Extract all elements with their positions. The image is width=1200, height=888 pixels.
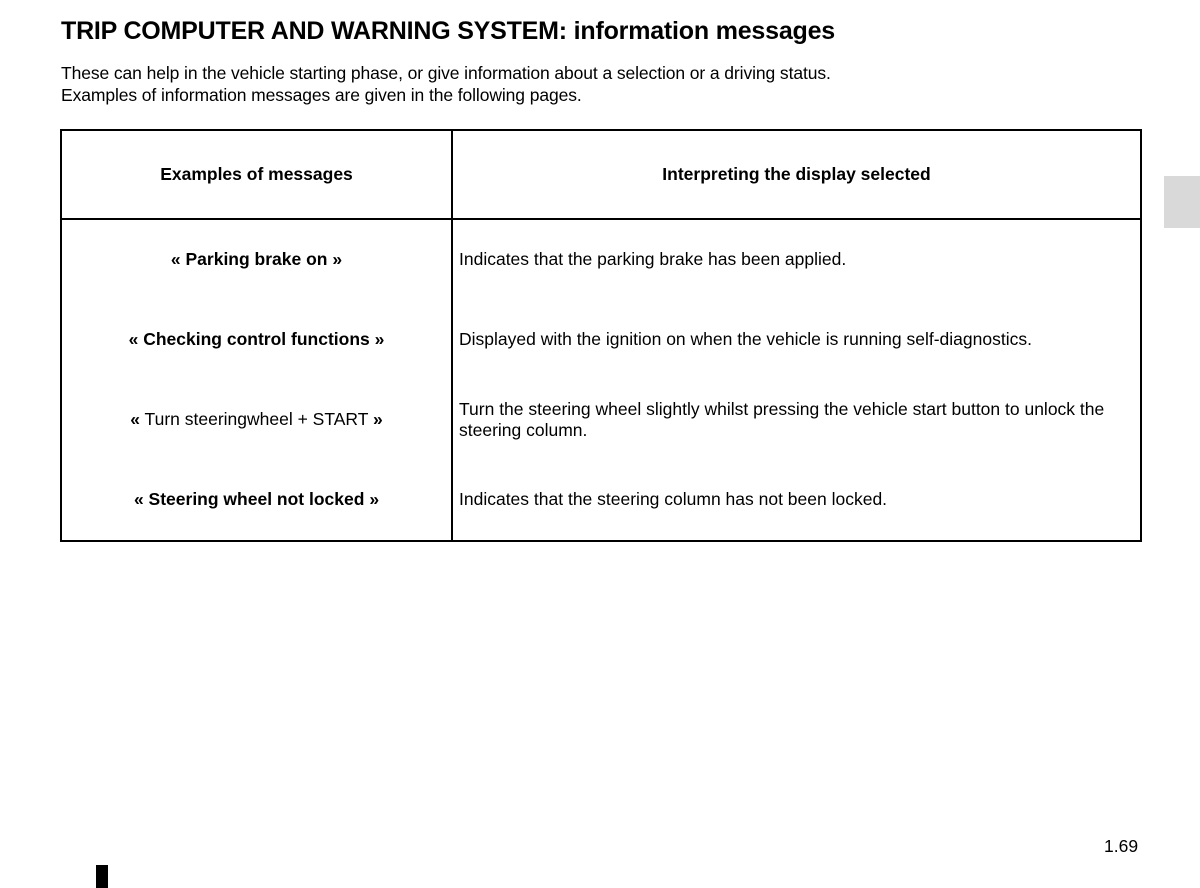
intro-line: Examples of information messages are giv… bbox=[61, 84, 582, 105]
message-cell: « Steering wheel not locked » bbox=[61, 460, 453, 541]
close-quote: » bbox=[372, 409, 383, 430]
close-quote: » bbox=[332, 249, 343, 270]
interpretation-cell: Turn the steering wheel slightly whilst … bbox=[459, 398, 1105, 441]
chapter-side-tab bbox=[1164, 176, 1200, 228]
intro-text: These can help in the vehicle starting p… bbox=[61, 63, 831, 106]
open-quote: « bbox=[133, 489, 144, 510]
message-text: Turn steeringwheel + START bbox=[144, 409, 369, 430]
close-quote: » bbox=[369, 489, 380, 510]
message-text: Parking brake on bbox=[185, 249, 328, 270]
table-row: « Checking control functions » Displayed… bbox=[61, 300, 1141, 380]
open-quote: « bbox=[170, 249, 181, 270]
table-header-row: Examples of messages Interpreting the di… bbox=[61, 130, 1141, 220]
open-quote: « bbox=[130, 409, 140, 430]
interpretation-cell: Indicates that the steering column has n… bbox=[459, 489, 888, 510]
close-quote: » bbox=[374, 329, 385, 350]
interpretation-cell: Indicates that the parking brake has bee… bbox=[459, 249, 847, 270]
print-crop-mark bbox=[96, 865, 108, 888]
open-quote: « bbox=[128, 329, 139, 350]
header-examples-of-messages: Examples of messages bbox=[61, 130, 453, 220]
message-cell: « Turn steeringwheel + START » bbox=[61, 380, 453, 460]
page-title: TRIP COMPUTER AND WARNING SYSTEM: inform… bbox=[61, 17, 836, 45]
message-cell: « Checking control functions » bbox=[61, 300, 453, 380]
table-row: « Parking brake on » Indicates that the … bbox=[61, 219, 1141, 300]
header-interpreting-display: Interpreting the display selected bbox=[452, 130, 1141, 220]
table-row: « Steering wheel not locked » Indicates … bbox=[61, 460, 1141, 541]
page-number: 1.69 bbox=[1104, 836, 1139, 856]
messages-table: Examples of messages Interpreting the di… bbox=[60, 129, 1142, 542]
message-cell: « Parking brake on » bbox=[61, 219, 453, 300]
table-row: « Turn steeringwheel + START » Turn the … bbox=[61, 380, 1141, 460]
interpretation-cell: Displayed with the ignition on when the … bbox=[459, 329, 1032, 350]
message-text: Steering wheel not locked bbox=[148, 489, 365, 510]
intro-line: These can help in the vehicle starting p… bbox=[61, 63, 831, 83]
message-text: Checking control functions bbox=[143, 329, 370, 350]
